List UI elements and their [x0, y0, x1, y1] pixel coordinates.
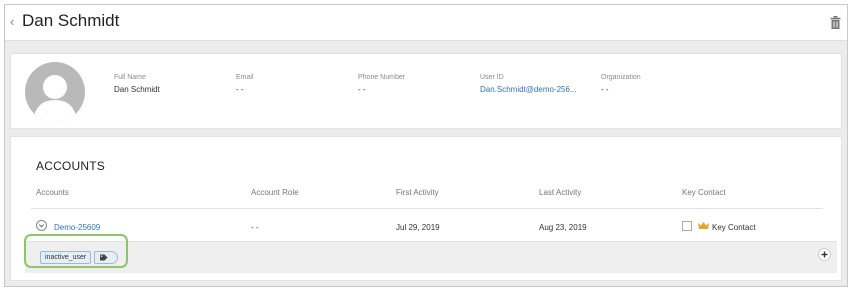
page-frame: ‹ Dan Schmidt Full Name Dan Schmidt Emai… — [4, 4, 848, 287]
user-id-link[interactable]: Dan.Schmidt@demo-256... — [480, 85, 577, 94]
account-link[interactable]: Demo-25609 — [54, 223, 100, 232]
page-header: ‹ Dan Schmidt — [5, 5, 847, 41]
accounts-card: ACCOUNTS Accounts Account Role First Act… — [10, 136, 842, 281]
column-header-last-activity: Last Activity — [539, 188, 582, 197]
highlight-annotation — [24, 234, 128, 268]
email-label: Email — [236, 74, 254, 81]
account-role-value: - - — [251, 223, 259, 232]
crown-icon — [698, 222, 709, 229]
phone-label: Phone Number — [358, 74, 406, 81]
user-id-label: User ID — [480, 74, 504, 81]
first-activity-value: Jul 29, 2019 — [396, 223, 440, 232]
header-divider — [31, 208, 823, 209]
full-name-value: Dan Schmidt — [114, 85, 160, 94]
profile-card: Full Name Dan Schmidt Email - - Phone Nu… — [10, 53, 842, 129]
organization-label: Organization — [601, 74, 641, 81]
organization-value: - - — [601, 85, 609, 94]
full-name-label: Full Name — [114, 74, 146, 81]
accounts-heading: ACCOUNTS — [36, 159, 105, 173]
plus-icon[interactable] — [818, 248, 831, 261]
column-header-key-contact: Key Contact — [682, 188, 726, 197]
tags-row: inactive_user — [25, 241, 837, 273]
key-contact-label: Key Contact — [712, 223, 756, 232]
column-header-account-role: Account Role — [251, 188, 299, 197]
avatar — [25, 62, 85, 122]
phone-value: - - — [358, 85, 366, 94]
back-chevron-icon[interactable]: ‹ — [10, 14, 14, 29]
key-contact-checkbox[interactable] — [682, 221, 692, 231]
page-title: Dan Schmidt — [22, 11, 120, 30]
last-activity-value: Aug 23, 2019 — [539, 223, 587, 232]
column-header-first-activity: First Activity — [396, 188, 439, 197]
trash-icon[interactable] — [830, 16, 841, 29]
email-value: - - — [236, 85, 244, 94]
expand-chevron-icon[interactable] — [36, 220, 47, 231]
column-header-accounts: Accounts — [36, 188, 69, 197]
